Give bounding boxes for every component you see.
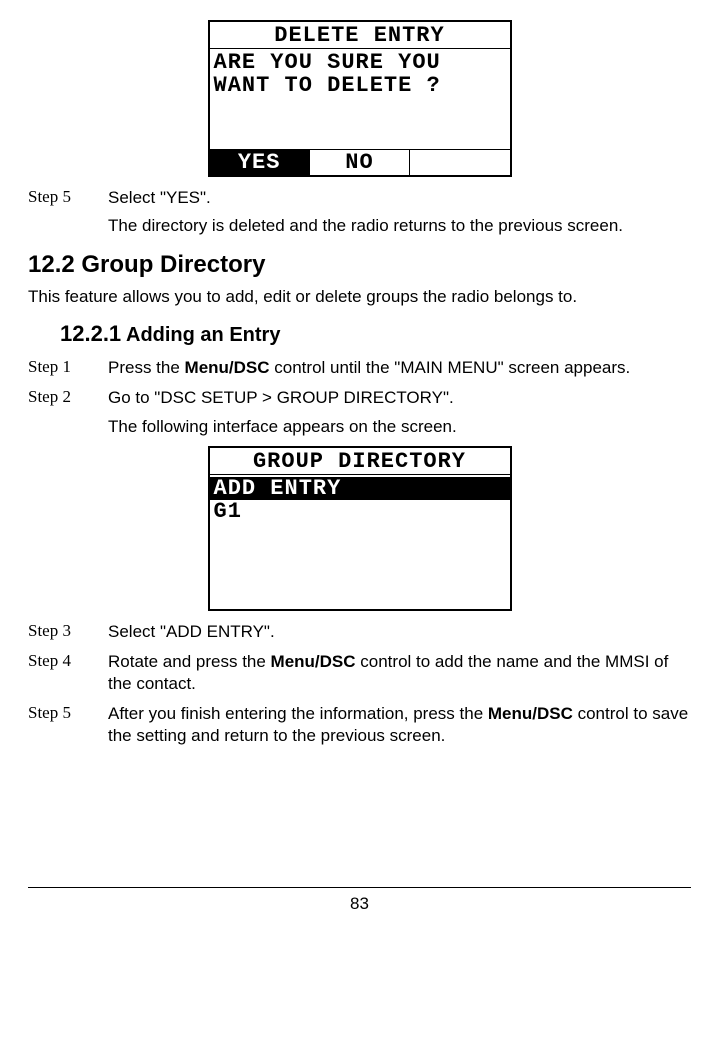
softkey-no: NO [310,150,410,175]
step-label: Step 4 [28,651,108,695]
lcd-figure-group-directory: GROUP DIRECTORY ADD ENTRY G1 [28,446,691,611]
step-row: Step 5 After you finish entering the inf… [28,703,691,747]
step-row: Step 1 Press the Menu/DSC control until … [28,357,691,379]
step-label: Step 5 [28,703,108,747]
bold-term: Menu/DSC [185,358,270,377]
step-label: Step 1 [28,357,108,379]
softkey-blank [410,150,509,175]
lcd-screen: GROUP DIRECTORY ADD ENTRY G1 [208,446,512,611]
step-label: Step 3 [28,621,108,643]
section-description: This feature allows you to add, edit or … [28,287,691,307]
text-fragment: After you finish entering the informatio… [108,704,488,723]
lcd-line: G1 [214,500,506,523]
page-number: 83 [350,894,369,913]
step-label: Step 2 [28,387,108,437]
text-fragment: control until the "MAIN MENU" screen app… [270,358,631,377]
step-text: Select "ADD ENTRY". [108,621,275,643]
section-heading: 12.2 Group Directory [28,251,691,279]
step-row: Step 3 Select "ADD ENTRY". [28,621,691,643]
step-row: Step 2 Go to "DSC SETUP > GROUP DIRECTOR… [28,387,691,437]
softkey-yes: YES [210,150,310,175]
lcd-body: ARE YOU SURE YOU WANT TO DELETE ? [210,49,510,149]
step-row: Step 5 Select "YES". The directory is de… [28,187,691,237]
lcd-figure-delete-entry: DELETE ENTRY ARE YOU SURE YOU WANT TO DE… [28,20,691,177]
lcd-title: GROUP DIRECTORY [210,448,510,475]
lcd-line: ARE YOU SURE YOU [214,51,506,74]
text-fragment: Press the [108,358,185,377]
step-text-line: The directory is deleted and the radio r… [108,215,623,237]
subsection-heading: 12.2.1 Adding an Entry [60,321,691,347]
step-text-line: Go to "DSC SETUP > GROUP DIRECTORY". [108,387,457,409]
lcd-line: WANT TO DELETE ? [214,74,506,97]
text-fragment: Rotate and press the [108,652,271,671]
step-text-line: The following interface appears on the s… [108,416,457,438]
bold-term: Menu/DSC [488,704,573,723]
step-text: After you finish entering the informatio… [108,703,691,747]
page-footer: 83 [28,887,691,914]
step-text-line: Select "YES". [108,187,623,209]
step-text: Rotate and press the Menu/DSC control to… [108,651,691,695]
step-text: Go to "DSC SETUP > GROUP DIRECTORY". The… [108,387,457,437]
bold-term: Menu/DSC [271,652,356,671]
lcd-title: DELETE ENTRY [210,22,510,49]
lcd-softkeys: YES NO [210,149,510,175]
step-label: Step 5 [28,187,108,237]
step-text: Select "YES". The directory is deleted a… [108,187,623,237]
lcd-screen: DELETE ENTRY ARE YOU SURE YOU WANT TO DE… [208,20,512,177]
subsection-title: Adding an Entry [126,324,280,346]
subsection-number: 12.2.1 [60,321,121,346]
lcd-line-selected: ADD ENTRY [210,477,510,500]
step-row: Step 4 Rotate and press the Menu/DSC con… [28,651,691,695]
lcd-body: ADD ENTRY G1 [210,475,510,609]
step-text: Press the Menu/DSC control until the "MA… [108,357,630,379]
